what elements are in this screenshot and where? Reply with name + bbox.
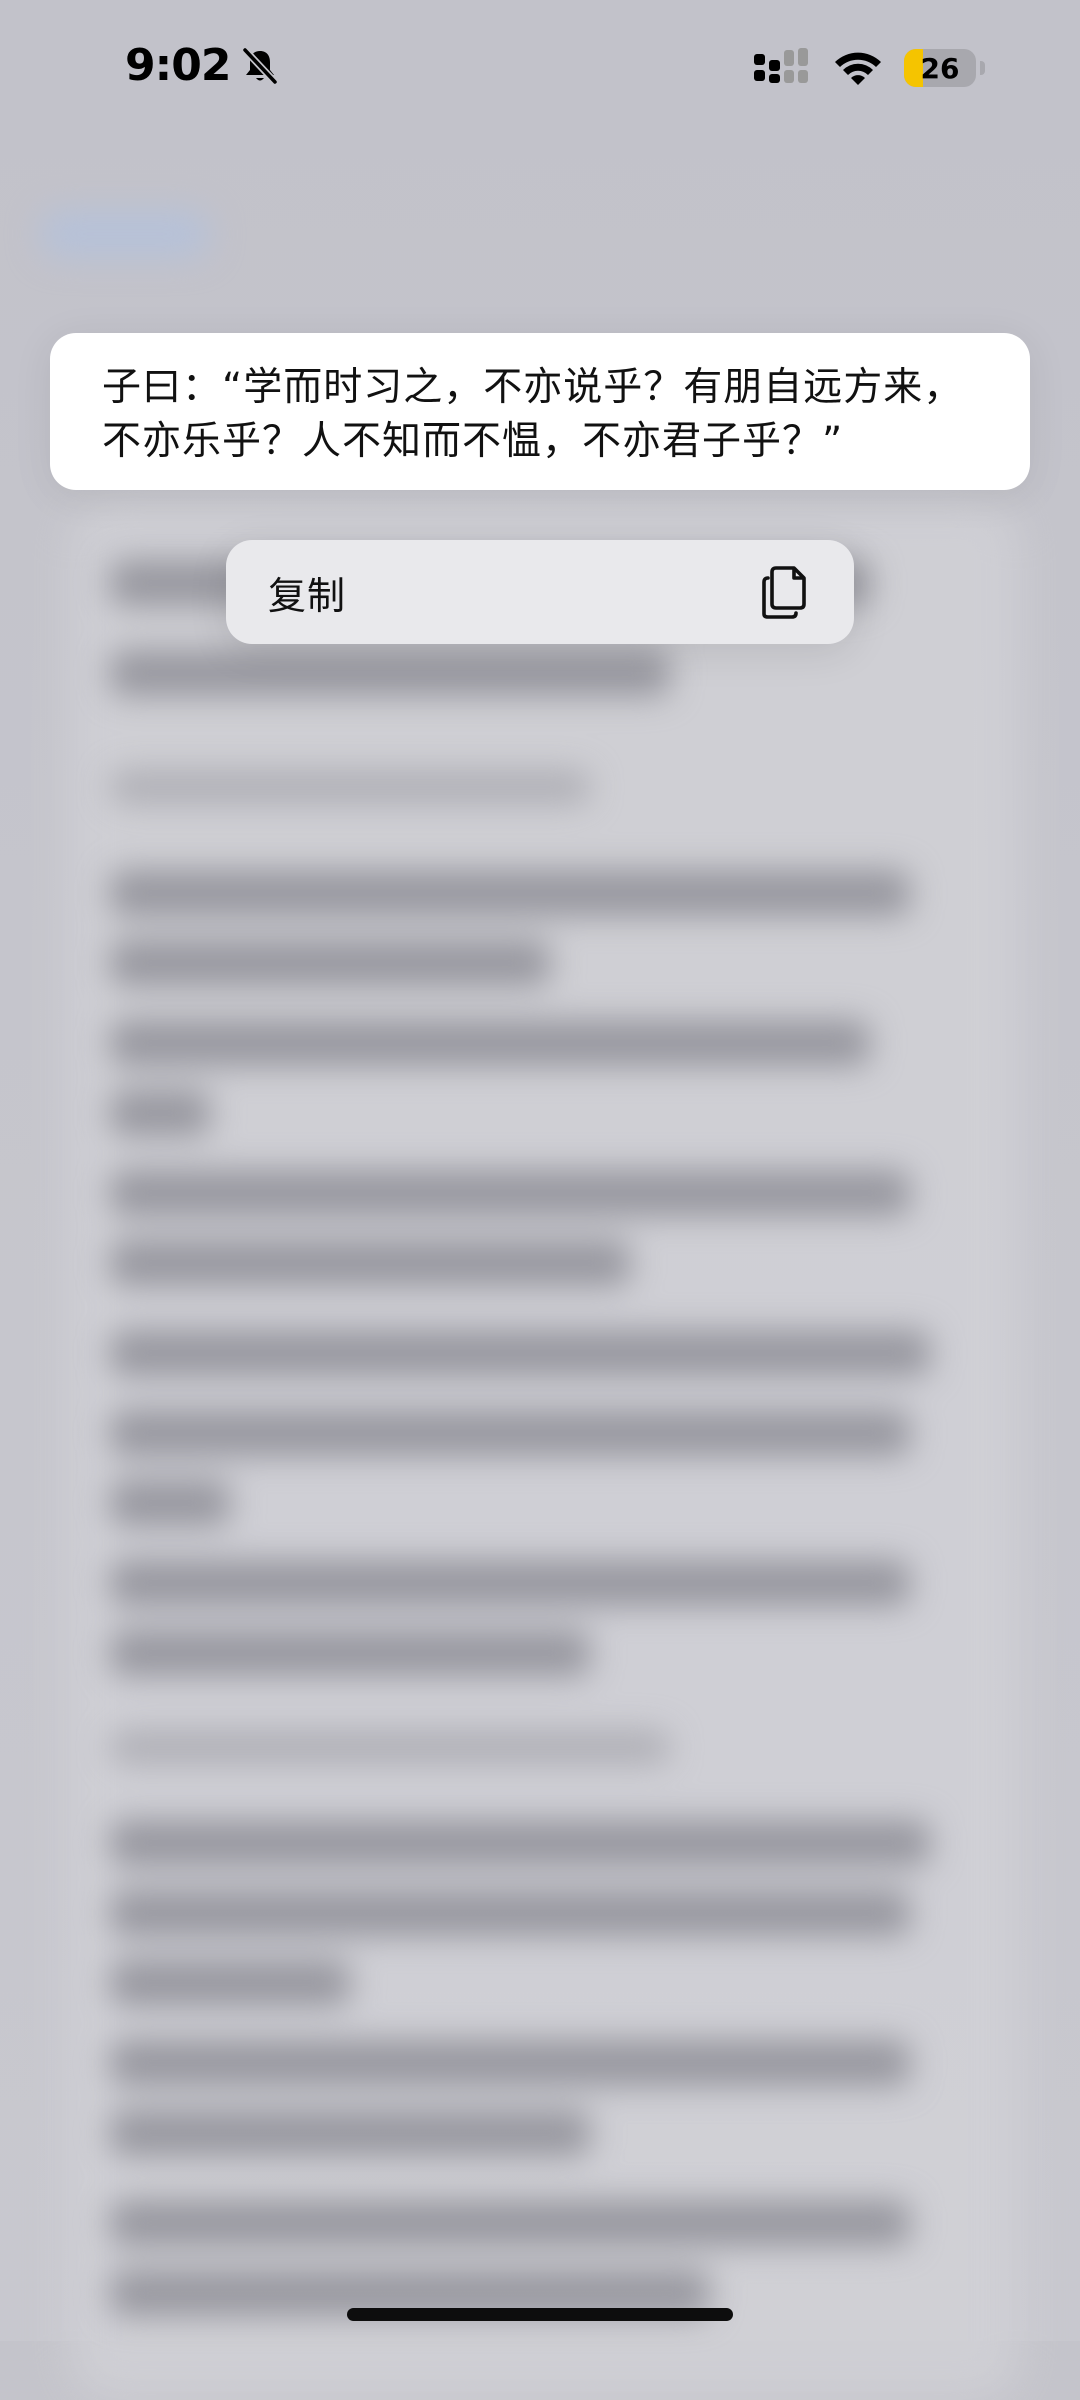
copy-menu-label: 复制: [268, 573, 347, 618]
blurred-nav-link: [40, 210, 210, 258]
blurred-text-lines: [110, 540, 950, 2340]
selected-text-line-2: 不亦乐乎？人不知而不愠，不亦君子乎？”: [102, 419, 844, 464]
copy-icon: [762, 566, 806, 619]
selected-text: 子曰：“学而时习之，不亦说乎？有朋自远方来， 不亦乐乎？人不知而不愠，不亦君子乎…: [102, 361, 978, 469]
bell-slash-icon: [242, 47, 279, 84]
selected-text-line-1: 子曰：“学而时习之，不亦说乎？有朋自远方来，: [102, 365, 964, 410]
selected-text-preview: 子曰：“学而时习之，不亦说乎？有朋自远方来， 不亦乐乎？人不知而不愠，不亦君子乎…: [50, 333, 1030, 490]
wifi-icon: [835, 52, 881, 85]
battery-level: 26: [920, 51, 960, 85]
cellular-signal-icon: [754, 48, 808, 83]
home-indicator[interactable]: [347, 2308, 733, 2321]
battery-cap: [980, 61, 985, 75]
context-menu: 复制: [226, 540, 854, 644]
status-bar: 9:02 26: [0, 0, 1080, 140]
battery-indicator: 26: [904, 49, 976, 87]
status-time: 9:02: [125, 40, 231, 91]
copy-menu-item[interactable]: 复制: [226, 540, 854, 644]
status-indicators: 26: [752, 48, 985, 88]
status-time-group: 9:02: [125, 40, 280, 91]
